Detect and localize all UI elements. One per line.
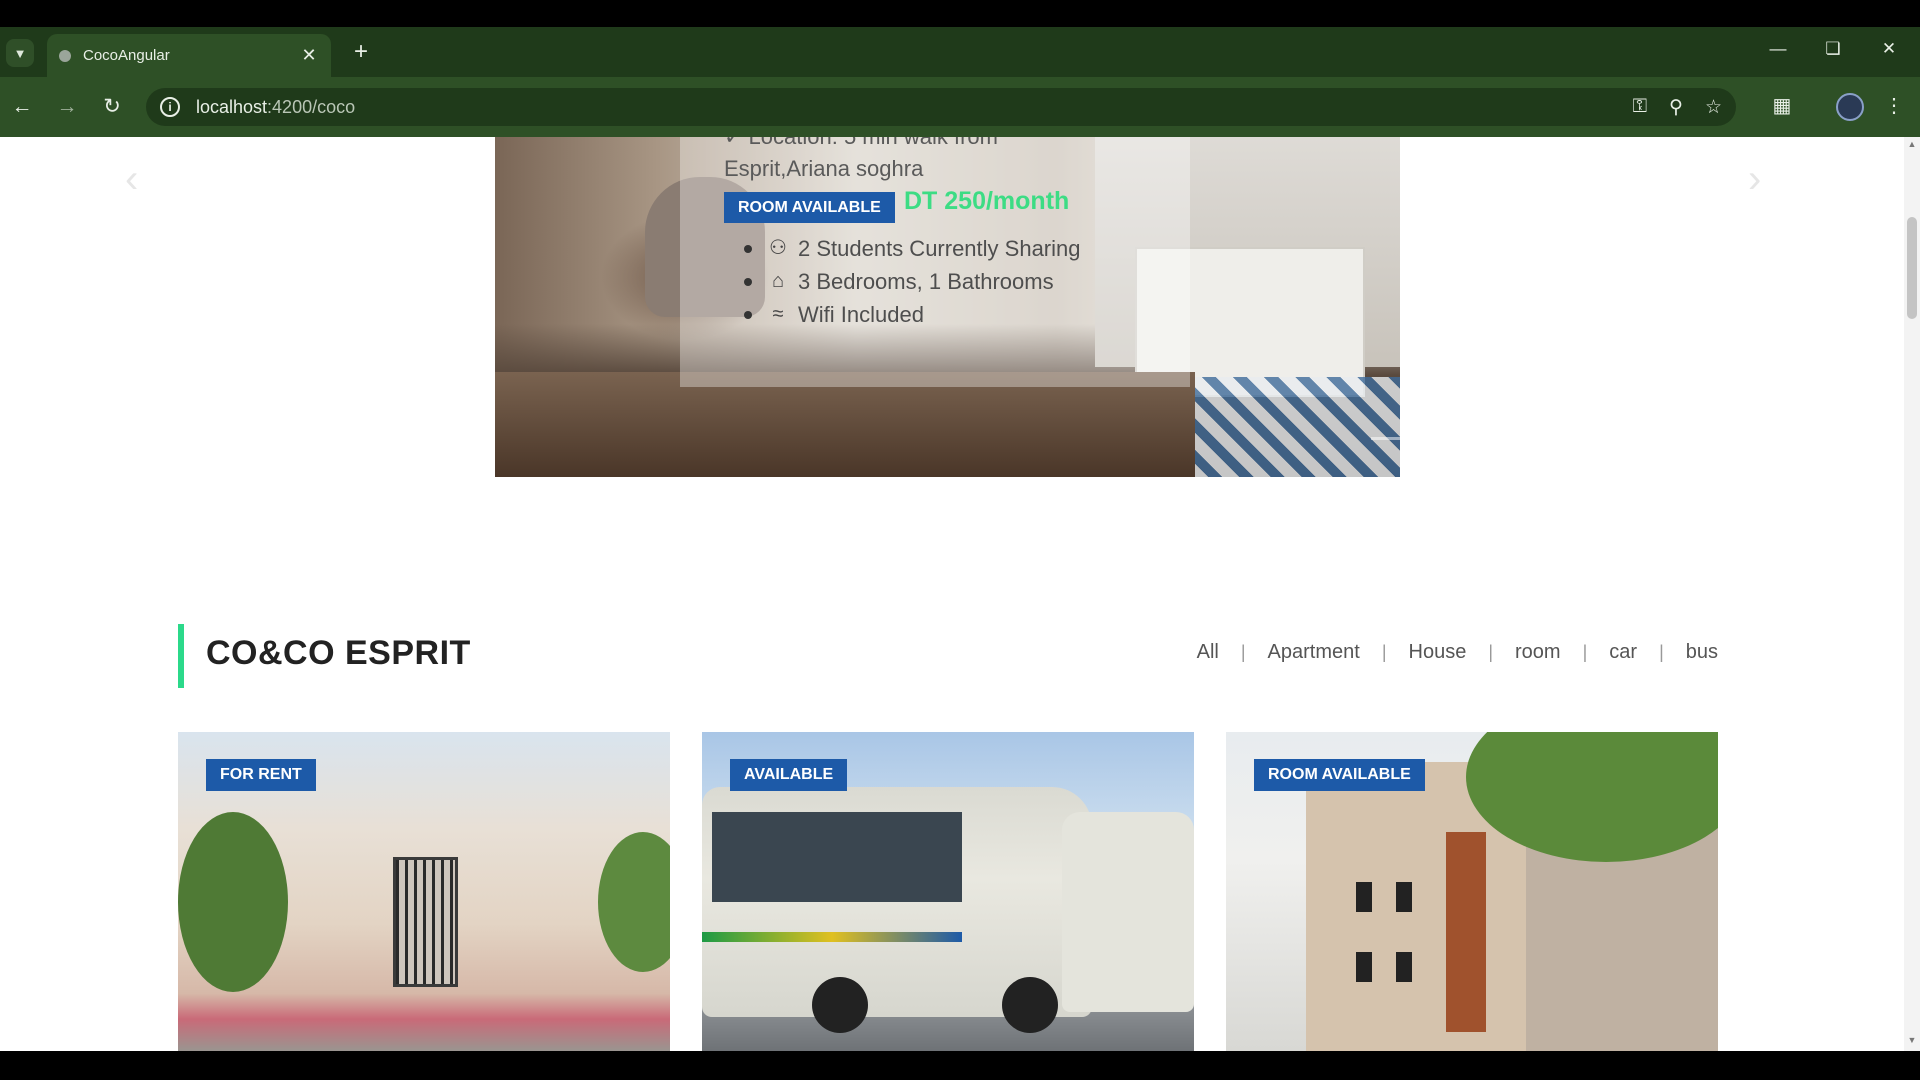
filter-house[interactable]: House xyxy=(1409,641,1467,664)
tab-search-button[interactable]: ▼ xyxy=(6,39,34,67)
new-tab-button[interactable]: + xyxy=(348,40,374,66)
category-filters: All | Apartment | House | room | car | b… xyxy=(1197,641,1718,664)
favicon-icon xyxy=(59,49,71,62)
bus-windows xyxy=(712,812,962,902)
browser-toolbar: ← → ↻ i localhost:4200/coco ⚿ ⚲ ☆ ▦ ⋮ xyxy=(0,77,1920,137)
listing-card-house[interactable]: FOR RENT xyxy=(178,732,670,1051)
bullet xyxy=(744,277,752,286)
home-icon: ⌂ xyxy=(771,270,785,292)
filter-bus[interactable]: bus xyxy=(1686,641,1718,664)
bus-stripe xyxy=(702,932,962,942)
hero-image: ✓ Location: 5 min walk from Esprit,Arian… xyxy=(495,137,1400,477)
section-header: CO&CO ESPRIT All | Apartment | House | r… xyxy=(178,624,1718,688)
carousel-next-button[interactable]: › xyxy=(1748,157,1761,202)
key-icon[interactable]: ⚿ xyxy=(1633,96,1647,118)
bullet xyxy=(744,310,752,319)
hero-features: ⚇ 2 Students Currently Sharing ⌂ 3 Bedroom… xyxy=(744,232,1081,331)
door-graphic xyxy=(393,857,458,987)
browser-tab[interactable]: CocoAngular ✕ xyxy=(47,34,331,77)
dining-table xyxy=(495,372,1195,477)
location-pin-icon: ✓ xyxy=(724,137,749,149)
filter-all[interactable]: All xyxy=(1197,641,1219,664)
reload-button[interactable]: ↻ xyxy=(98,93,126,121)
window-graphic xyxy=(1396,952,1412,982)
star-icon[interactable]: ☆ xyxy=(1705,96,1722,119)
carousel-prev-button[interactable]: ‹ xyxy=(125,157,138,202)
window-graphic xyxy=(1396,882,1412,912)
window-graphic xyxy=(1356,952,1372,982)
list-item: ≈ Wifi Included xyxy=(744,298,1081,331)
divider: | xyxy=(1659,642,1664,662)
scroll-up-icon[interactable]: ▲ xyxy=(1904,139,1920,153)
kebab-icon[interactable]: ⋮ xyxy=(1880,93,1908,118)
list-item: ⚇ 2 Students Currently Sharing xyxy=(744,232,1081,265)
forward-button[interactable]: → xyxy=(53,93,81,121)
tree-graphic xyxy=(598,832,670,972)
reload-icon: ↻ xyxy=(103,95,121,118)
card-badge: AVAILABLE xyxy=(730,759,848,791)
wheel-graphic xyxy=(812,977,868,1033)
filter-apartment[interactable]: Apartment xyxy=(1268,641,1360,664)
section-title: CO&CO ESPRIT xyxy=(206,634,471,672)
hero-price: DT 250/month xyxy=(904,187,1070,215)
divider: | xyxy=(1381,642,1387,662)
list-item: ⌂ 3 Bedrooms, 1 Bathrooms xyxy=(744,265,1081,298)
minimize-button[interactable]: — xyxy=(1763,39,1793,59)
arrow-right-icon: → xyxy=(56,95,78,118)
url-host: localhost xyxy=(196,96,268,117)
divider: | xyxy=(1488,642,1493,662)
page-scrollbar[interactable]: ▲ ▼ xyxy=(1904,137,1920,1051)
restore-button[interactable]: ❏ xyxy=(1818,39,1848,59)
hero-location-line2: Esprit,Ariana soghra xyxy=(724,156,924,181)
wifi-icon: ≈ xyxy=(772,303,784,325)
puzzle-icon[interactable]: ▦ xyxy=(1768,93,1796,118)
hero-carousel: ‹ › ✓ Location: 5 min walk from Esprit,A… xyxy=(0,137,1900,477)
users-icon: ⚇ xyxy=(769,237,787,259)
card-badge: FOR RENT xyxy=(206,759,316,791)
divider: | xyxy=(1582,642,1588,662)
hero-status-badge: ROOM AVAILABLE xyxy=(724,192,895,223)
window-graphic xyxy=(1356,882,1372,912)
zoom-icon[interactable]: ⚲ xyxy=(1669,96,1683,119)
address-bar[interactable]: i localhost:4200/coco ⚿ ⚲ ☆ xyxy=(146,88,1736,126)
building-cladding xyxy=(1446,832,1486,1032)
filter-room[interactable]: room xyxy=(1515,641,1561,664)
plus-icon: + xyxy=(353,38,368,65)
chevron-down-icon: ▼ xyxy=(13,45,27,61)
info-icon[interactable]: i xyxy=(160,97,180,117)
bullet xyxy=(744,244,752,253)
tab-title: CocoAngular xyxy=(83,47,170,64)
feature-text: 2 Students Currently Sharing xyxy=(798,236,1081,261)
hero-location-text: Location: 5 min walk from xyxy=(749,137,998,149)
url-text[interactable]: localhost:4200/coco xyxy=(196,97,1611,118)
section-accent-bar xyxy=(178,624,184,688)
screen-top-edge xyxy=(0,0,1920,27)
arrow-left-icon: ← xyxy=(11,95,33,118)
hero-location-line1: ✓ Location: 5 min walk from xyxy=(724,137,998,153)
listing-card-building[interactable]: ROOM AVAILABLE xyxy=(1226,732,1718,1051)
back-button[interactable]: ← xyxy=(8,93,36,121)
bus-graphic xyxy=(1062,812,1194,1012)
listing-card-bus[interactable]: AVAILABLE xyxy=(702,732,1194,1051)
url-path: :4200/coco xyxy=(267,96,356,117)
card-badge: ROOM AVAILABLE xyxy=(1254,759,1425,791)
avatar[interactable] xyxy=(1836,93,1864,121)
tab-strip: ▼ CocoAngular ✕ + — ❏ ✕ xyxy=(0,27,1920,77)
feature-text: 3 Bedrooms, 1 Bathrooms xyxy=(798,269,1054,294)
close-icon[interactable]: ✕ xyxy=(299,45,319,66)
feature-text: Wifi Included xyxy=(798,302,924,327)
page-viewport: ‹ › ✓ Location: 5 min walk from Esprit,A… xyxy=(0,137,1920,1051)
tree-graphic xyxy=(178,812,288,992)
filter-car[interactable]: car xyxy=(1609,641,1637,664)
indicator-1[interactable] xyxy=(1371,437,1400,440)
carousel-indicators xyxy=(1371,437,1400,440)
divider: | xyxy=(1240,642,1246,662)
scroll-thumb[interactable] xyxy=(1907,217,1917,319)
wheel-graphic xyxy=(1002,977,1058,1033)
scroll-down-icon[interactable]: ▼ xyxy=(1904,1035,1920,1049)
window-close-button[interactable]: ✕ xyxy=(1874,39,1904,59)
